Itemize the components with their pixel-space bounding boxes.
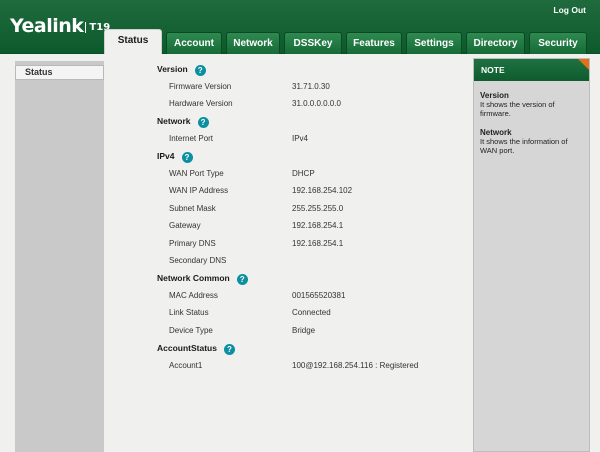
note-title: NOTE	[481, 65, 505, 75]
tab-settings[interactable]: Settings	[406, 32, 462, 54]
row-value-primary-dns: 192.168.254.1	[292, 239, 344, 248]
row-value-internet-port: IPv4	[292, 134, 309, 143]
row-value-device-type: Bridge	[292, 326, 316, 335]
section-account-status-title: AccountStatus	[157, 343, 217, 353]
row-label-wan-port-type: WAN Port Type	[169, 169, 224, 178]
help-icon[interactable]: ?	[197, 117, 209, 128]
help-icon[interactable]: ?	[223, 344, 235, 355]
row-label-device-type: Device Type	[169, 326, 213, 335]
corner-fold-icon	[578, 59, 589, 70]
section-account-status: AccountStatus?	[157, 343, 235, 355]
note-item-version: Version It shows the version of firmware…	[480, 91, 583, 118]
row-value-mac-address: 001565520381	[292, 291, 346, 300]
logout-link[interactable]: Log Out	[553, 5, 586, 15]
row-value-hardware-version: 31.0.0.0.0.0.0	[292, 99, 341, 108]
row-label-primary-dns: Primary DNS	[169, 239, 216, 248]
top-header: Yealink T19 Log Out Status Account Networ…	[0, 0, 600, 54]
note-item-text: It shows the version of firmware.	[480, 100, 555, 118]
brand-name: Yealink	[10, 15, 84, 37]
tab-features[interactable]: Features	[346, 32, 402, 54]
status-content: Version? Firmware Version 31.71.0.30 Har…	[104, 54, 470, 452]
tab-status[interactable]: Status	[104, 29, 162, 54]
section-version: Version?	[157, 64, 206, 76]
tab-dsskey[interactable]: DSSKey	[284, 32, 342, 54]
row-value-gateway: 192.168.254.1	[292, 221, 344, 230]
row-label-hardware-version: Hardware Version	[169, 99, 233, 108]
tab-security[interactable]: Security	[529, 32, 587, 54]
row-label-gateway: Gateway	[169, 221, 201, 230]
row-label-subnet-mask: Subnet Mask	[169, 204, 216, 213]
row-label-wan-ip-address: WAN IP Address	[169, 186, 229, 195]
note-item-network: Network It shows the information of WAN …	[480, 128, 583, 155]
section-network-title: Network	[157, 116, 191, 126]
row-label-link-status: Link Status	[169, 308, 209, 317]
note-item-title: Network	[480, 128, 512, 137]
row-label-account1: Account1	[169, 361, 203, 370]
section-ipv4: IPv4?	[157, 151, 193, 163]
row-label-mac-address: MAC Address	[169, 291, 218, 300]
row-value-wan-port-type: DHCP	[292, 169, 315, 178]
help-icon[interactable]: ?	[181, 152, 193, 163]
row-label-internet-port: Internet Port	[169, 134, 214, 143]
row-value-link-status: Connected	[292, 308, 331, 317]
tab-account[interactable]: Account	[166, 32, 222, 54]
note-panel: NOTE Version It shows the version of fir…	[473, 58, 590, 452]
note-body: Version It shows the version of firmware…	[474, 81, 589, 155]
help-icon[interactable]: ?	[194, 65, 206, 76]
row-value-account1: 100@192.168.254.116 : Registered	[292, 361, 419, 370]
section-network: Network?	[157, 116, 209, 128]
section-ipv4-title: IPv4	[157, 151, 175, 161]
row-value-wan-ip-address: 192.168.254.102	[292, 186, 353, 195]
section-network-common-title: Network Common	[157, 273, 230, 283]
left-sidebar: Status	[15, 61, 104, 452]
row-label-secondary-dns: Secondary DNS	[169, 256, 227, 265]
row-value-subnet-mask: 255.255.255.0	[292, 204, 344, 213]
note-item-title: Version	[480, 91, 509, 100]
note-header: NOTE	[474, 59, 589, 81]
section-network-common: Network Common?	[157, 273, 248, 285]
tab-network[interactable]: Network	[226, 32, 280, 54]
yealink-logo: Yealink T19	[10, 15, 111, 37]
row-value-firmware-version: 31.71.0.30	[292, 82, 330, 91]
row-label-firmware-version: Firmware Version	[169, 82, 232, 91]
note-item-text: It shows the information of WAN port.	[480, 137, 568, 155]
sidebar-item-status[interactable]: Status	[15, 65, 104, 80]
section-version-title: Version	[157, 64, 188, 74]
tab-directory[interactable]: Directory	[466, 32, 525, 54]
help-icon[interactable]: ?	[236, 274, 248, 285]
